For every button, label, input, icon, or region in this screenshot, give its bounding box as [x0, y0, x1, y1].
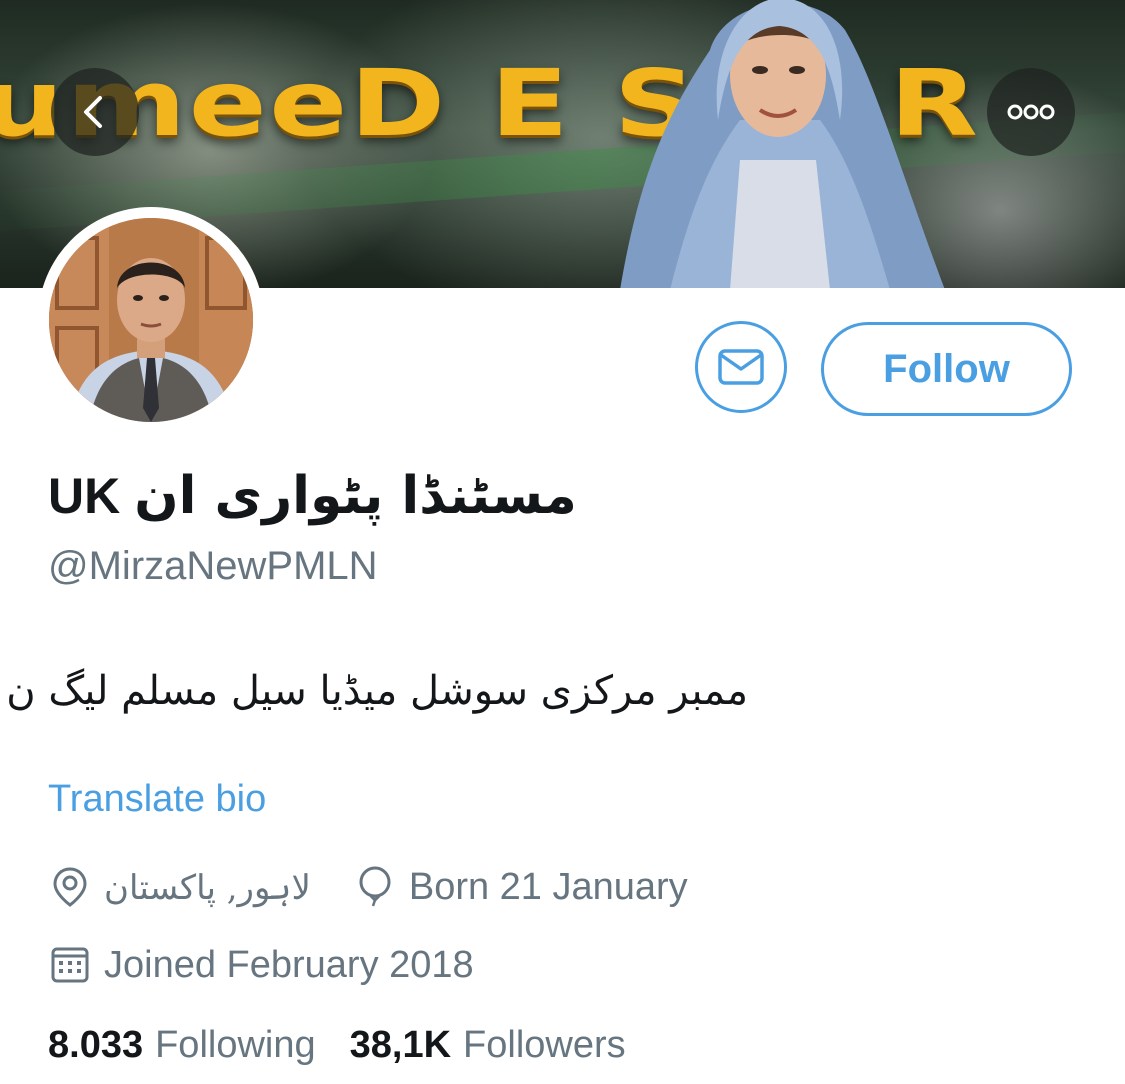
chevron-left-icon — [84, 96, 102, 128]
banner-person-image — [620, 0, 945, 288]
followers-count: 38,1K — [349, 1024, 452, 1066]
profile-meta-joined: Joined February 2018 — [48, 940, 474, 990]
translate-bio-link[interactable]: Translate bio — [48, 778, 266, 821]
followers-label: Followers — [463, 1024, 626, 1066]
following-stat[interactable]: 8.033 Following — [48, 1024, 316, 1067]
back-button[interactable] — [51, 68, 139, 156]
display-name-urdu: مسٹنڈا پٹواری ان — [134, 466, 577, 526]
profile-meta-location-birthday: لاہور, پاکستان Born 21 January — [48, 862, 688, 912]
followers-stat[interactable]: 38,1K Followers — [350, 1024, 626, 1067]
envelope-icon — [718, 349, 764, 385]
following-count: 8.033 — [48, 1024, 144, 1066]
follow-button[interactable]: Follow — [821, 322, 1072, 416]
avatar[interactable] — [38, 207, 264, 433]
calendar-icon — [48, 943, 92, 987]
ellipsis-icon — [1007, 104, 1055, 120]
profile-joined: Joined February 2018 — [104, 943, 474, 986]
balloon-icon — [353, 865, 397, 909]
profile-birthday: Born 21 January — [408, 865, 688, 908]
more-options-button[interactable] — [987, 68, 1075, 156]
avatar-image — [49, 218, 253, 422]
profile-bio: ممبر مرکزی سوشل میڈیا سیل مسلم لیگ ن پاک… — [0, 668, 748, 714]
display-name-latin: UK — [48, 468, 121, 524]
message-button[interactable] — [695, 321, 787, 413]
display-name: UK مسٹنڈا پٹواری ان — [48, 456, 577, 536]
profile-page: umeeD E SHAR Follow UK مسٹنڈا پٹواری ان … — [0, 0, 1125, 1084]
location-pin-icon — [48, 865, 92, 909]
profile-stats: 8.033 Following 38,1K Followers — [48, 1024, 626, 1067]
profile-handle: @MirzaNewPMLN — [48, 544, 378, 588]
following-label: Following — [155, 1024, 316, 1066]
profile-location: لاہور, پاکستان — [104, 867, 311, 908]
